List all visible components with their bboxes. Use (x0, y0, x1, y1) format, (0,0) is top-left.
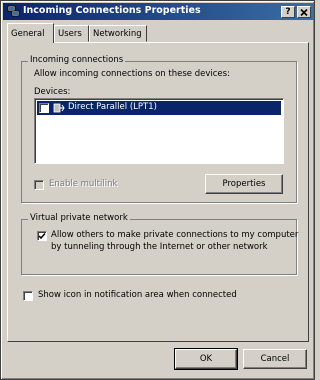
tab-users[interactable]: Users (54, 25, 89, 42)
device-row[interactable]: Direct Parallel (LPT1) (37, 101, 281, 115)
vpn-label: Virtual private network (28, 213, 130, 223)
window-title: Incoming Connections Properties (23, 5, 201, 16)
close-icon (300, 8, 308, 16)
tab-networking[interactable]: Networking (89, 25, 147, 42)
tab-general[interactable]: General (7, 23, 54, 43)
checkmark-icon (38, 233, 46, 240)
incoming-connections-label: Incoming connections (28, 55, 126, 65)
allow-incoming-text: Allow incoming connections on these devi… (34, 69, 230, 79)
tab-users-label: Users (58, 28, 82, 39)
show-icon-checkbox[interactable] (23, 291, 33, 301)
multilink-checkbox[interactable] (34, 180, 44, 190)
properties-button[interactable]: Properties (205, 174, 283, 194)
vpn-text-line1: Allow others to make private connections… (51, 230, 299, 240)
multilink-label: Enable multilink (49, 179, 118, 189)
devices-listbox[interactable]: Direct Parallel (LPT1) (34, 98, 284, 164)
tab-networking-label: Networking (93, 28, 142, 39)
network-connections-icon (7, 5, 20, 17)
tab-general-label: General (11, 28, 45, 39)
ok-button[interactable]: OK (174, 348, 238, 370)
show-icon-label: Show icon in notification area when conn… (38, 290, 237, 300)
properties-window: Incoming Connections Properties ? Genera… (0, 0, 315, 380)
parallel-port-icon (53, 103, 65, 113)
help-button[interactable]: ? (281, 6, 295, 18)
vpn-text-line2: by tunneling through the Internet or oth… (51, 242, 268, 252)
title-bar[interactable]: Incoming Connections Properties ? (3, 3, 314, 20)
device-checkbox[interactable] (39, 103, 49, 113)
close-button[interactable] (297, 6, 311, 18)
cancel-button[interactable]: Cancel (243, 349, 307, 369)
device-label: Direct Parallel (LPT1) (68, 102, 157, 112)
devices-label: Devices: (34, 87, 71, 97)
vpn-checkbox[interactable] (37, 231, 47, 241)
